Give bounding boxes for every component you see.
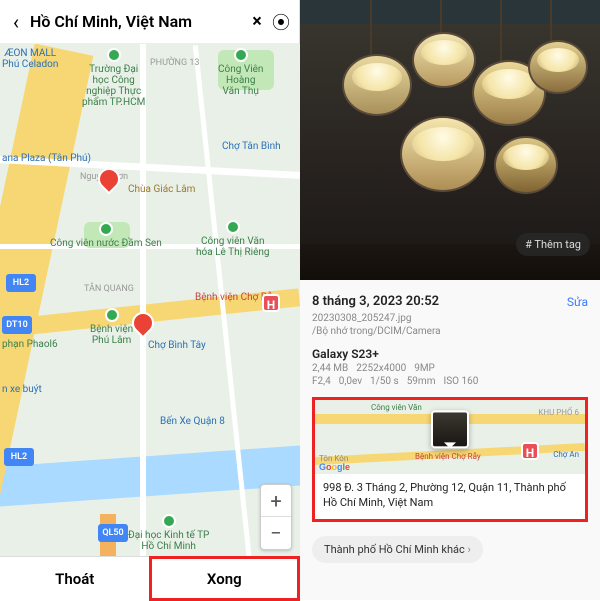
poi-label: phạn Phaol6	[2, 339, 58, 350]
poi-label: ana Plaza (Tân Phú)	[2, 153, 91, 164]
poi-label: Công ViênHoàngVăn Thụ	[218, 48, 263, 97]
hospital-icon: H	[262, 294, 280, 312]
road-shield: QL50	[98, 524, 128, 542]
search-bar: ‹ Hồ Chí Minh, Việt Nam × ⦿	[0, 0, 299, 44]
mini-map: Công viên Văn Bệnh viện Chợ Rẫy Tôn Kôn …	[315, 400, 585, 474]
cancel-button[interactable]: Thoát	[0, 557, 150, 600]
poi-label: Trường Đạihọc Côngnghiệp Thựcphẩm TP.HCM	[82, 48, 145, 108]
locate-icon[interactable]: ⦿	[269, 9, 293, 35]
camera-specs: 2,44 MB2252x40009MP	[312, 363, 588, 374]
clear-icon[interactable]: ×	[245, 11, 269, 32]
filepath: /Bộ nhớ trong/DCIM/Camera	[312, 326, 588, 337]
poi-label: n xe buýt	[2, 384, 42, 395]
poi-label: Đại học Kinh tế TPHồ Chí Minh	[128, 514, 209, 552]
google-logo: Google	[319, 462, 350, 472]
address-text: 998 Đ. 3 Tháng 2, Phường 12, Quận 11, Th…	[315, 474, 585, 519]
camera-specs: F2,40,0ev1/50 s59mmISO 160	[312, 376, 588, 387]
device-name: Galaxy S23+	[312, 347, 588, 361]
ward-label: KHU PHỐ 6	[538, 408, 579, 417]
map-canvas[interactable]: HL2 DT10 HL2 QL50 ÆON MALLPhú Celadon Tr…	[0, 44, 300, 556]
road-shield: DT10	[2, 316, 32, 334]
zoom-out-button[interactable]: −	[261, 517, 291, 549]
poi-label: Công viên nước Đầm Sen	[50, 222, 162, 249]
zoom-control: + −	[260, 484, 292, 550]
edit-button[interactable]: Sửa	[567, 295, 588, 309]
location-card[interactable]: Công viên Văn Bệnh viện Chợ Rẫy Tôn Kôn …	[312, 397, 588, 522]
road-shield: HL2	[6, 274, 36, 292]
photo-info: 8 tháng 3, 2023 20:52 Sửa 20230308_20524…	[300, 280, 600, 600]
ward-label: PHƯỜNG 13	[150, 58, 199, 68]
poi-label: Công viên Văn	[371, 403, 422, 412]
bottom-bar: Thoát Xong	[0, 556, 299, 600]
poi-label: Chùa Giác Lâm	[128, 184, 195, 195]
photo-thumb	[431, 410, 469, 448]
ward-label: TÂN QUANG	[84, 284, 134, 294]
map-pin-icon[interactable]	[96, 168, 118, 190]
back-icon[interactable]: ‹	[6, 10, 26, 34]
photo-date: 8 tháng 3, 2023 20:52	[312, 294, 439, 309]
location-chip[interactable]: Thành phố Hồ Chí Minh khác	[312, 536, 483, 563]
poi-label: Chợ An	[553, 450, 579, 459]
hospital-icon: H	[521, 442, 539, 460]
zoom-in-button[interactable]: +	[261, 485, 291, 517]
map-pin-icon[interactable]	[130, 312, 152, 334]
poi-label: Chợ Tân Bình	[222, 141, 281, 152]
filename: 20230308_205247.jpg	[312, 313, 588, 324]
poi-label: Công viên Vănhóa Lê Thị Riêng	[196, 220, 270, 258]
done-button[interactable]: Xong	[150, 557, 300, 600]
suggestion-row: Thành phố Hồ Chí Minh khác	[312, 536, 588, 563]
add-tag-button[interactable]: # Thêm tag	[516, 233, 590, 256]
poi-label: Chợ Bình Tây	[148, 340, 206, 351]
search-input[interactable]: Hồ Chí Minh, Việt Nam	[26, 12, 245, 31]
poi-label: Bệnh việnPhú Lâm	[90, 308, 133, 346]
poi-label: ÆON MALLPhú Celadon	[2, 48, 58, 70]
map-picker-panel: ‹ Hồ Chí Minh, Việt Nam × ⦿ HL2 DT10 HL2…	[0, 0, 300, 600]
photo-preview[interactable]: # Thêm tag	[300, 0, 600, 280]
photo-details-panel: # Thêm tag 8 tháng 3, 2023 20:52 Sửa 202…	[300, 0, 600, 600]
poi-label: Bến Xe Quận 8	[160, 416, 225, 427]
road-shield: HL2	[4, 448, 34, 466]
